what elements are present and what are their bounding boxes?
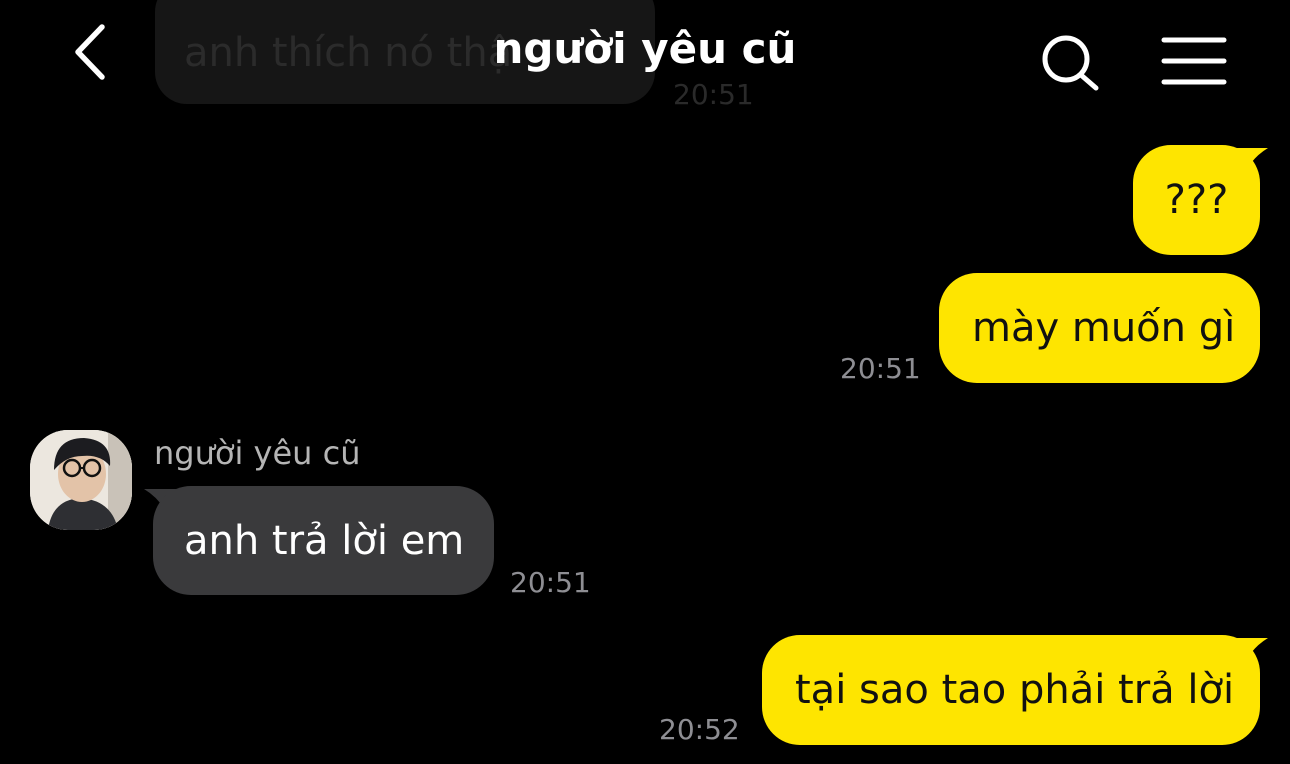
faded-message-time: 20:51 bbox=[673, 78, 754, 111]
chevron-left-icon bbox=[75, 24, 105, 80]
sender-name: người yêu cũ bbox=[154, 434, 361, 472]
hamburger-menu-icon bbox=[1161, 37, 1227, 85]
message-time: 20:51 bbox=[840, 352, 921, 385]
profile-photo bbox=[30, 430, 132, 530]
avatar[interactable] bbox=[30, 430, 132, 530]
message-text: anh trả lời em bbox=[184, 517, 465, 564]
back-button[interactable] bbox=[62, 22, 118, 82]
message-time: 20:51 bbox=[510, 566, 591, 599]
my-message-bubble[interactable]: tại sao tao phải trả lời bbox=[762, 635, 1260, 745]
message-text: tại sao tao phải trả lời bbox=[795, 667, 1235, 713]
search-button[interactable] bbox=[1036, 30, 1106, 96]
message-text: ??? bbox=[1164, 177, 1229, 223]
message-text: mày muốn gì bbox=[972, 305, 1236, 351]
my-message-bubble[interactable]: mày muốn gì bbox=[939, 273, 1260, 383]
search-icon bbox=[1042, 35, 1099, 91]
received-message-bubble[interactable]: anh trả lời em bbox=[153, 486, 494, 595]
my-message-bubble[interactable]: ??? bbox=[1133, 145, 1260, 255]
chat-title: người yêu cũ bbox=[493, 24, 797, 73]
message-time: 20:52 bbox=[659, 713, 740, 746]
menu-button[interactable] bbox=[1158, 34, 1230, 88]
